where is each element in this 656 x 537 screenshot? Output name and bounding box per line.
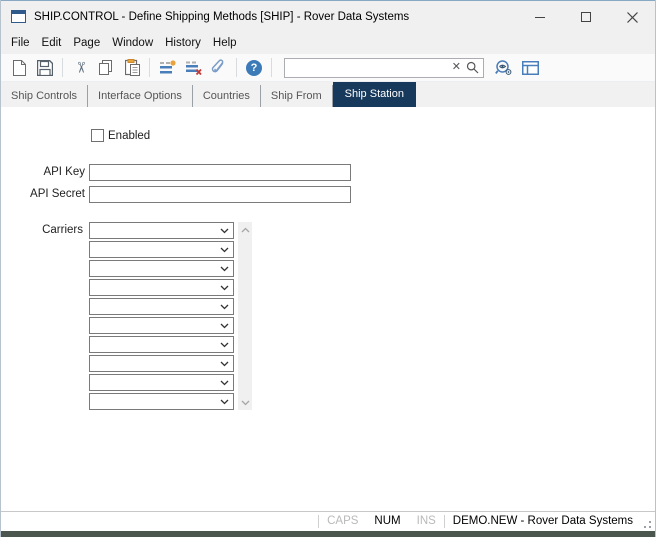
api-secret-field[interactable] bbox=[89, 186, 351, 203]
carrier-select-6[interactable] bbox=[89, 317, 234, 334]
chevron-down-icon bbox=[220, 323, 229, 329]
help-button[interactable]: ? bbox=[243, 56, 266, 79]
clear-search-icon[interactable]: ✕ bbox=[448, 62, 465, 73]
menu-bar: File Edit Page Window History Help bbox=[1, 32, 655, 54]
tab-bar: Ship Controls Interface Options Countrie… bbox=[1, 82, 655, 107]
menu-help[interactable]: Help bbox=[207, 34, 243, 52]
layout-button[interactable] bbox=[519, 56, 542, 79]
minimize-button[interactable] bbox=[517, 1, 563, 33]
layout-icon bbox=[522, 61, 539, 75]
toolbar: ✂ ? bbox=[1, 54, 655, 82]
search-icon[interactable] bbox=[465, 61, 483, 74]
chevron-down-icon bbox=[220, 304, 229, 310]
status-bar: CAPS NUM INS DEMO.NEW - Rover Data Syste… bbox=[1, 511, 655, 530]
save-icon bbox=[37, 60, 53, 76]
api-secret-label: API Secret bbox=[1, 188, 85, 200]
window-bottom-edge bbox=[1, 531, 655, 537]
carrier-select-7[interactable] bbox=[89, 336, 234, 353]
scroll-up-icon[interactable] bbox=[238, 222, 252, 237]
toolbar-separator bbox=[62, 58, 63, 77]
scroll-down-icon[interactable] bbox=[238, 395, 252, 410]
chevron-down-icon bbox=[220, 380, 229, 386]
carrier-select-5[interactable] bbox=[89, 298, 234, 315]
copy-button[interactable] bbox=[95, 56, 118, 79]
search-input[interactable] bbox=[285, 60, 448, 76]
session-label: DEMO.NEW - Rover Data Systems bbox=[445, 515, 641, 527]
toolbar-separator bbox=[236, 58, 237, 77]
search-box: ✕ bbox=[284, 58, 484, 78]
attachment-icon bbox=[211, 59, 227, 76]
enabled-checkbox[interactable] bbox=[91, 129, 104, 142]
cut-button[interactable]: ✂ bbox=[69, 56, 92, 79]
carriers-label: Carriers bbox=[1, 224, 83, 236]
app-window: SHIP.CONTROL - Define Shipping Methods [… bbox=[0, 0, 656, 537]
chevron-down-icon bbox=[220, 285, 229, 291]
cut-icon: ✂ bbox=[72, 61, 87, 74]
paste-icon bbox=[125, 59, 140, 76]
title-bar: SHIP.CONTROL - Define Shipping Methods [… bbox=[1, 0, 655, 32]
carriers-scrollbar[interactable] bbox=[238, 222, 252, 410]
new-document-icon bbox=[12, 60, 26, 76]
chevron-down-icon bbox=[220, 228, 229, 234]
chevron-down-icon bbox=[220, 247, 229, 253]
carrier-select-9[interactable] bbox=[89, 374, 234, 391]
menu-history[interactable]: History bbox=[159, 34, 207, 52]
insert-rows-button[interactable] bbox=[156, 56, 179, 79]
resize-grip[interactable] bbox=[641, 518, 653, 530]
maximize-button[interactable] bbox=[563, 1, 609, 33]
save-button[interactable] bbox=[34, 56, 57, 79]
carrier-select-3[interactable] bbox=[89, 260, 234, 277]
ins-indicator: INS bbox=[409, 515, 444, 527]
toolbar-separator bbox=[271, 58, 272, 77]
tab-countries[interactable]: Countries bbox=[193, 85, 261, 107]
tab-interface-options[interactable]: Interface Options bbox=[88, 85, 193, 107]
caps-indicator: CAPS bbox=[319, 515, 366, 527]
api-key-label: API Key bbox=[1, 166, 85, 178]
attachment-button[interactable] bbox=[208, 56, 231, 79]
tab-ship-station[interactable]: Ship Station bbox=[333, 82, 416, 107]
carrier-select-10[interactable] bbox=[89, 393, 234, 410]
enabled-label: Enabled bbox=[108, 130, 150, 142]
toolbar-separator bbox=[149, 58, 150, 77]
carrier-select-1[interactable] bbox=[89, 222, 234, 239]
carrier-select-4[interactable] bbox=[89, 279, 234, 296]
menu-page[interactable]: Page bbox=[67, 34, 106, 52]
new-document-button[interactable] bbox=[8, 56, 31, 79]
app-icon bbox=[11, 10, 27, 24]
paste-button[interactable] bbox=[121, 56, 144, 79]
menu-file[interactable]: File bbox=[5, 34, 36, 52]
menu-edit[interactable]: Edit bbox=[36, 34, 68, 52]
menu-window[interactable]: Window bbox=[106, 34, 159, 52]
close-button[interactable] bbox=[609, 1, 655, 33]
tab-ship-from[interactable]: Ship From bbox=[261, 85, 333, 107]
api-key-field[interactable] bbox=[89, 164, 351, 181]
delete-rows-button[interactable] bbox=[182, 56, 205, 79]
lookup-preview-button[interactable] bbox=[493, 56, 516, 79]
chevron-down-icon bbox=[220, 266, 229, 272]
lookup-preview-icon bbox=[495, 60, 513, 76]
chevron-down-icon bbox=[220, 342, 229, 348]
window-title: SHIP.CONTROL - Define Shipping Methods [… bbox=[34, 11, 409, 23]
copy-icon bbox=[98, 60, 114, 76]
chevron-down-icon bbox=[220, 399, 229, 405]
insert-rows-icon bbox=[159, 60, 176, 75]
carrier-select-2[interactable] bbox=[89, 241, 234, 258]
form-panel: Enabled API Key API Secret Carriers bbox=[1, 107, 655, 511]
chevron-down-icon bbox=[220, 361, 229, 367]
delete-rows-icon bbox=[185, 60, 202, 75]
tab-ship-controls[interactable]: Ship Controls bbox=[1, 85, 88, 107]
help-icon: ? bbox=[246, 60, 262, 76]
carrier-select-8[interactable] bbox=[89, 355, 234, 372]
num-indicator: NUM bbox=[366, 515, 408, 527]
